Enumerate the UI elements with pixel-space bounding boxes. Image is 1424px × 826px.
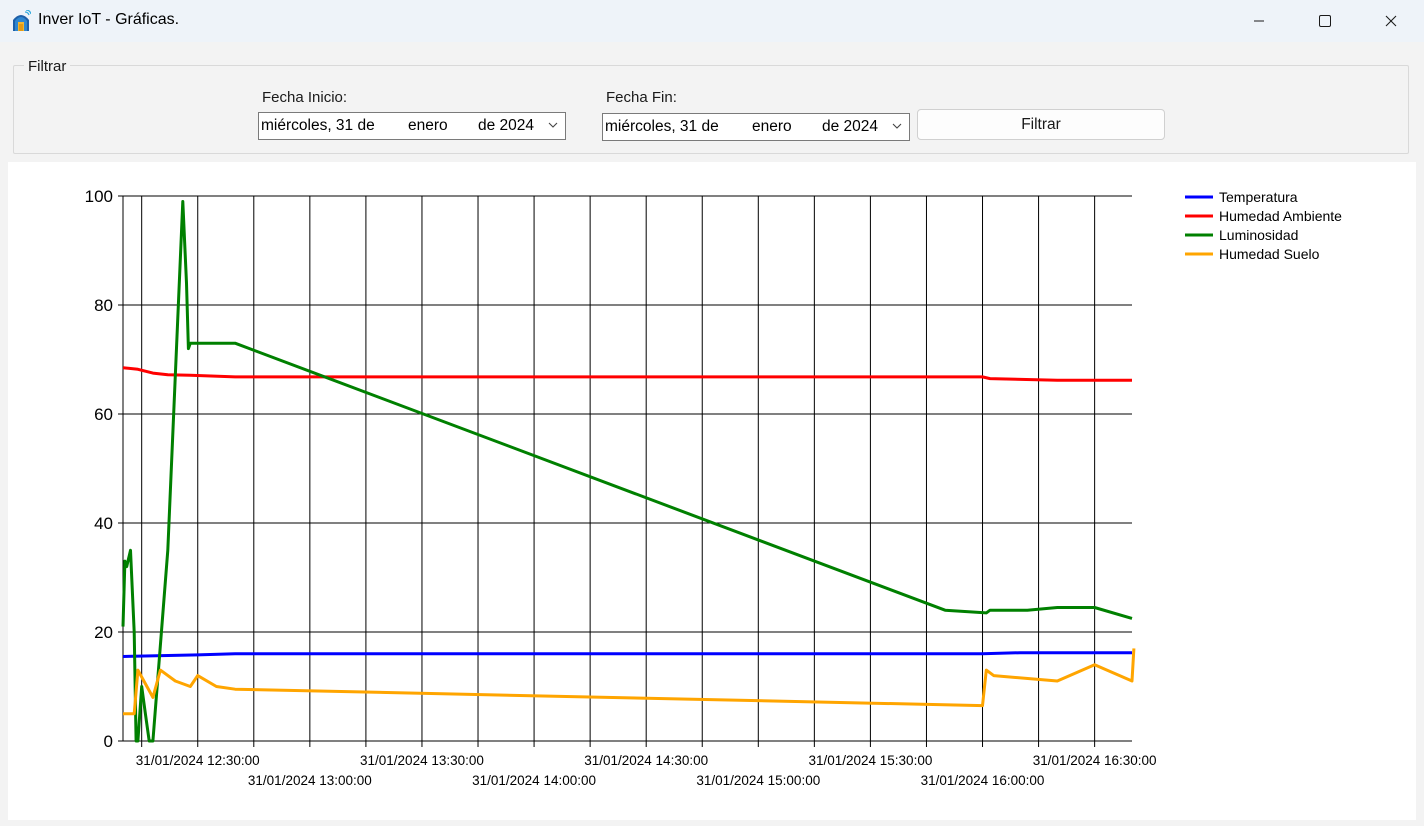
greenhouse-icon: [13, 10, 31, 31]
x-tick-label: 31/01/2024 13:00:00: [248, 773, 372, 788]
x-tick-label: 31/01/2024 15:30:00: [808, 753, 932, 768]
end-date-label: Fecha Fin:: [606, 89, 677, 106]
start-date-label: Fecha Inicio:: [262, 89, 348, 106]
legend-label: Temperatura: [1219, 189, 1298, 205]
close-button[interactable]: [1358, 0, 1424, 42]
x-tick-label: 31/01/2024 12:30:00: [136, 753, 260, 768]
x-tick-label: 31/01/2024 16:00:00: [921, 773, 1045, 788]
chevron-down-icon[interactable]: [891, 120, 903, 132]
minimize-icon: [1254, 20, 1264, 22]
x-tick-label: 31/01/2024 15:00:00: [696, 773, 820, 788]
y-tick-label: 0: [104, 732, 113, 751]
end-date-year[interactable]: de 2024: [822, 118, 878, 136]
x-tick-label: 31/01/2024 16:30:00: [1033, 753, 1157, 768]
x-tick-label: 31/01/2024 13:30:00: [360, 753, 484, 768]
legend-label: Luminosidad: [1219, 227, 1298, 243]
start-date-picker[interactable]: miércoles, 31 de enero de 2024: [258, 112, 566, 140]
series-line: [121, 200, 1133, 743]
start-date-month[interactable]: enero: [408, 117, 448, 135]
app-window: Inver IoT - Gráficas. Filtrar Fecha Inic…: [0, 0, 1424, 826]
maximize-icon: [1319, 15, 1331, 27]
start-date-year[interactable]: de 2024: [478, 117, 534, 135]
close-icon: [1385, 15, 1397, 27]
x-tick-label: 31/01/2024 14:00:00: [472, 773, 596, 788]
end-date-picker[interactable]: miércoles, 31 de enero de 2024: [602, 113, 910, 141]
y-tick-label: 40: [94, 514, 113, 533]
chevron-down-icon[interactable]: [547, 119, 559, 131]
chart-panel: 0 20 40 60 80 100 31/01/2024 12:30:00 31/01/202…: [8, 162, 1416, 820]
y-tick-label: 80: [94, 296, 113, 315]
filter-group-label: Filtrar: [24, 58, 71, 75]
y-tick-label: 100: [85, 187, 113, 206]
filter-button[interactable]: Filtrar: [917, 109, 1165, 140]
series-line: [122, 651, 1132, 658]
legend-label: Humedad Ambiente: [1219, 208, 1342, 224]
y-tick-label: 20: [94, 623, 113, 642]
x-tick-label: 31/01/2024 14:30:00: [584, 753, 708, 768]
title-bar[interactable]: Inver IoT - Gráficas.: [0, 0, 1424, 42]
end-date-month[interactable]: enero: [752, 118, 792, 136]
series-line: [122, 366, 1132, 382]
end-date-weekday[interactable]: miércoles, 31 de: [605, 118, 719, 136]
y-tick-label: 60: [94, 405, 113, 424]
line-chart: 0 20 40 60 80 100 31/01/2024 12:30:00 31/01/202…: [85, 187, 1343, 788]
start-date-weekday[interactable]: miércoles, 31 de: [261, 117, 375, 135]
window-title: Inver IoT - Gráficas.: [38, 11, 180, 28]
legend-label: Humedad Suelo: [1219, 246, 1320, 262]
minimize-button[interactable]: [1226, 0, 1292, 42]
maximize-button[interactable]: [1292, 0, 1358, 42]
